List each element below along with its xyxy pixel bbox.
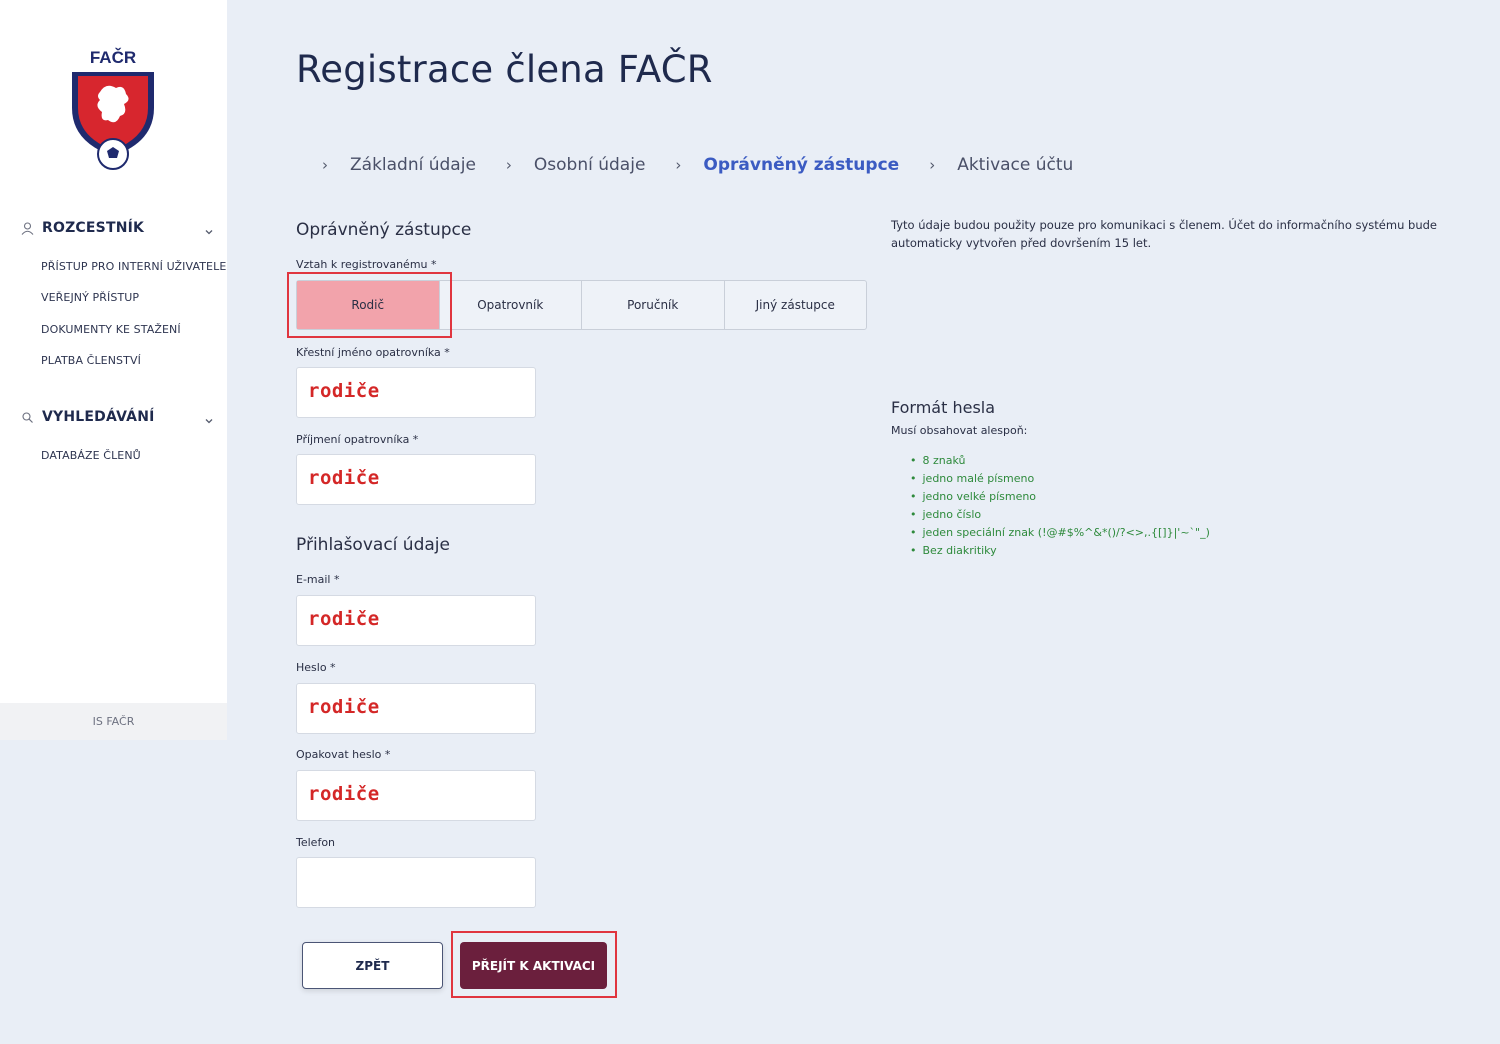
relation-option-rodic[interactable]: Rodič — [297, 281, 440, 329]
step-osobni-udaje[interactable]: › Osobní údaje — [506, 155, 646, 175]
password-repeat-value: rodiče — [308, 783, 380, 805]
password-format-subtitle: Musí obsahovat alespoň: — [891, 424, 1028, 437]
facr-logo[interactable]: FAČR — [66, 46, 160, 174]
step-label: Osobní údaje — [533, 155, 646, 175]
nav-section-vyhledavani[interactable]: VYHLEDÁVÁNÍ — [20, 409, 216, 425]
password-format-title: Formát hesla — [891, 398, 996, 417]
relation-selector: Rodič Opatrovník Poručník Jiný zástupce — [296, 280, 867, 330]
sidebar-footer: IS FAČR — [0, 703, 227, 740]
relation-option-jiny-zastupce[interactable]: Jiný zástupce — [725, 281, 867, 329]
chevron-down-icon[interactable] — [204, 222, 216, 235]
password-rule: jedno číslo — [910, 506, 1210, 524]
search-icon — [20, 410, 34, 424]
password-input[interactable]: rodiče — [296, 683, 536, 734]
password-rule: 8 znaků — [910, 452, 1210, 470]
step-label: Základní údaje — [350, 155, 476, 175]
email-input[interactable]: rodiče — [296, 595, 536, 646]
password-rules-list: 8 znaků jedno malé písmeno jedno velké p… — [910, 452, 1210, 560]
sidebar: FAČR ROZCESTNÍK PŘÍSTUP PRO INTERNÍ UŽIV… — [0, 0, 227, 703]
password-rule: jedno malé písmeno — [910, 470, 1210, 488]
nav-item-dokumenty[interactable]: DOKUMENTY KE STAŽENÍ — [41, 323, 181, 336]
last-name-value: rodiče — [308, 467, 380, 489]
password-repeat-input[interactable]: rodiče — [296, 770, 536, 821]
info-note: Tyto údaje budou použity pouze pro komun… — [891, 218, 1437, 250]
step-aktivace-uctu[interactable]: › Aktivace účtu — [929, 155, 1073, 175]
chevron-right-icon: › — [505, 156, 512, 174]
password-rule: jeden speciální znak (!@#$%^&*()/?<>,.{[… — [910, 524, 1210, 542]
last-name-input[interactable]: rodiče — [296, 454, 536, 505]
guardian-section-title: Oprávněný zástupce — [296, 220, 472, 240]
password-rule: jedno velké písmeno — [910, 488, 1210, 506]
nav-section-label: VYHLEDÁVÁNÍ — [42, 409, 155, 425]
step-label: Aktivace účtu — [957, 155, 1074, 175]
logo-text: FAČR — [90, 48, 136, 67]
chevron-right-icon: › — [929, 156, 936, 174]
email-value: rodiče — [308, 608, 380, 630]
password-value: rodiče — [308, 696, 380, 718]
password-rule: Bez diakritiky — [910, 542, 1210, 560]
step-opravneny-zastupce[interactable]: › Oprávněný zástupce — [675, 155, 899, 175]
step-label: Oprávněný zástupce — [703, 155, 900, 175]
last-name-label: Příjmení opatrovníka * — [296, 433, 419, 446]
page-title: Registrace člena FAČR — [296, 48, 713, 91]
nav-item-platba-clenstvi[interactable]: PLATBA ČLENSTVÍ — [41, 354, 141, 367]
password-label: Heslo * — [296, 661, 336, 674]
back-button[interactable]: ZPĚT — [302, 942, 443, 989]
step-zakladni-udaje[interactable]: › Základní údaje — [322, 155, 476, 175]
nav-section-rozcestnik[interactable]: ROZCESTNÍK — [20, 220, 216, 236]
login-section-title: Přihlašovací údaje — [296, 535, 450, 555]
chevron-right-icon: › — [322, 156, 328, 174]
nav-section-label: ROZCESTNÍK — [42, 220, 145, 236]
first-name-value: rodiče — [308, 380, 380, 402]
first-name-input[interactable]: rodiče — [296, 367, 536, 418]
first-name-label: Křestní jméno opatrovníka * — [296, 346, 450, 359]
nav-item-databaze-clenu[interactable]: DATABÁZE ČLENŮ — [41, 449, 141, 462]
phone-input[interactable] — [296, 857, 536, 908]
password-repeat-label: Opakovat heslo * — [296, 748, 391, 761]
email-label: E-mail * — [296, 573, 340, 586]
nav-item-verejny-pristup[interactable]: VEŘEJNÝ PŘÍSTUP — [41, 291, 139, 304]
chevron-down-icon[interactable] — [204, 411, 216, 424]
nav-item-interni-pristup[interactable]: PŘÍSTUP PRO INTERNÍ UŽIVATELE — [41, 260, 226, 273]
phone-label: Telefon — [296, 836, 336, 849]
relation-label: Vztah k registrovanému * — [296, 258, 437, 271]
relation-option-porucnik[interactable]: Poručník — [582, 281, 725, 329]
user-icon — [20, 221, 34, 235]
chevron-right-icon: › — [675, 156, 682, 174]
relation-option-opatrovnik[interactable]: Opatrovník — [440, 281, 582, 329]
registration-steps: › Základní údaje › Osobní údaje › Oprávn… — [322, 153, 1103, 177]
go-to-activation-button[interactable]: PŘEJÍT K AKTIVACI — [460, 942, 607, 989]
